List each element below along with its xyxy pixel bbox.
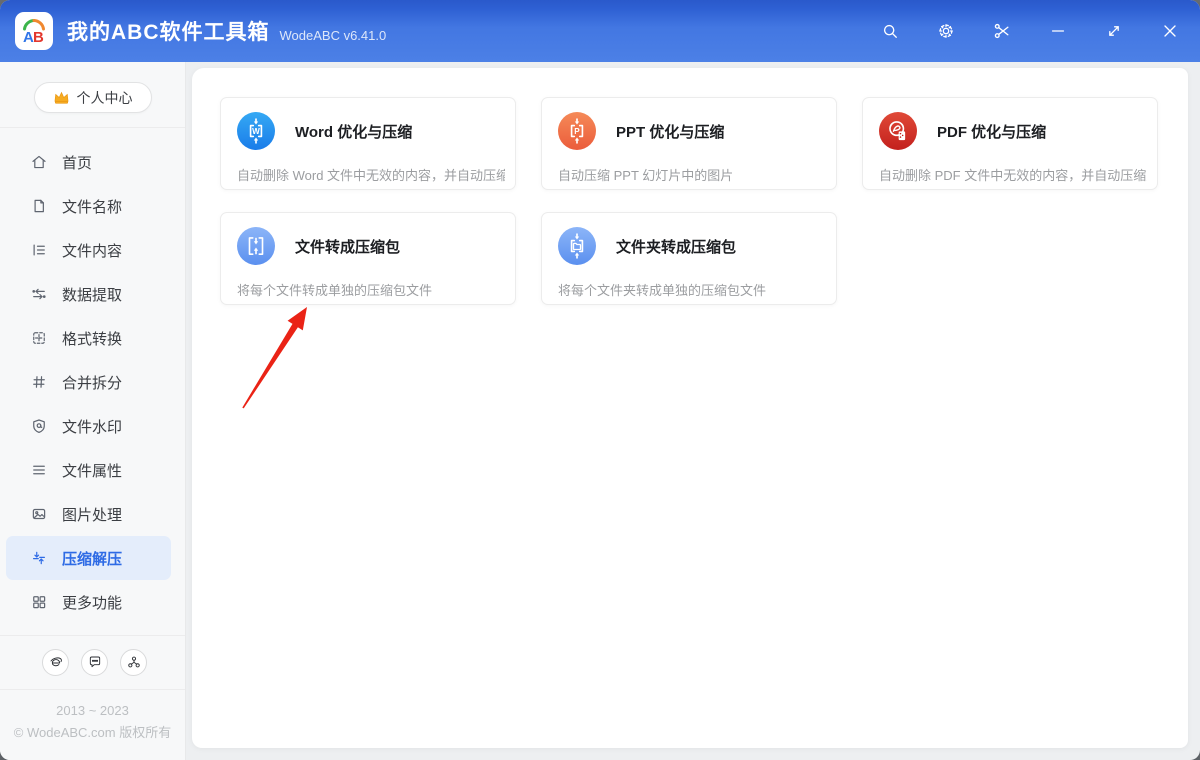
titlebar-actions (874, 15, 1186, 47)
sidebar-item-data-extract[interactable]: 数据提取 (0, 272, 185, 316)
app-window: A B 我的ABC软件工具箱 WodeABC v6.41.0 个人中心 首页 文… (0, 0, 1200, 760)
card-title: PDF 优化与压缩 (937, 123, 1047, 141)
file-name-icon (34, 199, 44, 213)
feedback-button[interactable] (81, 648, 108, 676)
browser-icon (50, 657, 62, 667)
card-ppt-compress[interactable]: P PPT 优化与压缩 自动压缩 PPT 幻灯片中的图片 (541, 97, 837, 190)
sidebar-item-file-content[interactable]: 文件内容 (0, 228, 185, 272)
maximize-button[interactable] (1098, 15, 1130, 47)
sidebar-item-label: 图片处理 (62, 506, 123, 524)
file-content-icon (33, 244, 45, 256)
minimize-icon (1051, 30, 1065, 32)
card-title: PPT 优化与压缩 (616, 123, 725, 141)
card-description: 自动删除 Word 文件中无效的内容，并自动压缩里面 (237, 168, 505, 183)
svg-text:P: P (574, 127, 580, 136)
home-icon (32, 155, 46, 169)
sidebar-item-label: 文件属性 (62, 462, 123, 480)
minimize-button[interactable] (1042, 15, 1074, 47)
watermark-icon (33, 419, 45, 433)
pdf-compress-icon (879, 112, 917, 150)
feedback-icon (89, 656, 100, 668)
close-button[interactable] (1154, 15, 1186, 47)
word-compress-icon: W (237, 112, 275, 150)
main-panel: W Word 优化与压缩 自动删除 Word 文件中无效的内容，并自动压缩里面 … (192, 68, 1188, 748)
browser-link-button[interactable] (42, 648, 69, 676)
card-pdf-compress[interactable]: PDF 优化与压缩 自动删除 PDF 文件中无效的内容，并自动压缩里面 (862, 97, 1158, 190)
card-title: 文件转成压缩包 (295, 238, 401, 256)
titlebar: A B 我的ABC软件工具箱 WodeABC v6.41.0 (0, 0, 1200, 62)
sidebar-item-file-name[interactable]: 文件名称 (0, 184, 185, 228)
settings-button[interactable] (930, 15, 962, 47)
card-description: 自动压缩 PPT 幻灯片中的图片 (558, 168, 734, 183)
settings-icon (939, 24, 953, 38)
data-extract-icon (32, 288, 46, 300)
share-icon (127, 656, 140, 668)
compress-icon (33, 551, 46, 565)
card-description: 自动删除 PDF 文件中无效的内容，并自动压缩里面 (879, 168, 1147, 183)
search-icon (883, 24, 897, 38)
file-to-zip-icon (237, 227, 275, 265)
sidebar-footer: 2013 ~ 2023 © WodeABC.com 版权所有 (0, 634, 185, 760)
file-attributes-icon (33, 465, 45, 475)
svg-text:B: B (33, 29, 44, 46)
copyright-owner: © WodeABC.com 版权所有 (13, 724, 172, 740)
sidebar-item-label: 数据提取 (62, 286, 123, 304)
sidebar-item-compress[interactable]: 压缩解压 (6, 536, 171, 580)
personal-center-label: 个人中心 (76, 89, 133, 106)
sidebar-item-label: 更多功能 (62, 594, 123, 612)
folder-to-zip-icon (558, 227, 596, 265)
sidebar-item-merge-split[interactable]: 合并拆分 (0, 360, 185, 404)
sidebar-item-label: 文件水印 (62, 418, 123, 436)
sidebar-item-label: 首页 (62, 154, 93, 172)
merge-split-icon (33, 376, 45, 388)
search-button[interactable] (874, 15, 906, 47)
sidebar-item-more-features[interactable]: 更多功能 (0, 580, 185, 624)
ppt-compress-icon: P (558, 112, 596, 150)
card-description: 将每个文件转成单独的压缩包文件 (237, 283, 433, 298)
card-description: 将每个文件夹转成单独的压缩包文件 (558, 283, 767, 298)
image-process-icon (32, 508, 46, 520)
app-logo-icon: A B (23, 19, 45, 46)
sidebar-item-label: 合并拆分 (62, 374, 123, 392)
format-convert-icon (33, 332, 45, 344)
sidebar-item-image-process[interactable]: 图片处理 (0, 492, 185, 536)
app-logo: A B (15, 12, 53, 50)
card-file-to-zip[interactable]: 文件转成压缩包 将每个文件转成单独的压缩包文件 (220, 212, 516, 305)
app-title: 我的ABC软件工具箱 (67, 21, 270, 44)
close-icon (1164, 25, 1176, 37)
sidebar-item-label: 文件名称 (62, 198, 123, 216)
sidebar-item-home[interactable]: 首页 (0, 140, 185, 184)
sidebar-item-format-convert[interactable]: 格式转换 (0, 316, 185, 360)
screenshot-button[interactable] (986, 15, 1018, 47)
personal-center-button[interactable]: 个人中心 (33, 82, 152, 113)
crown-icon (54, 91, 68, 104)
screenshot-icon (994, 23, 1009, 39)
sidebar-item-label: 格式转换 (62, 330, 123, 348)
sidebar-item-label: 文件内容 (62, 242, 123, 260)
copyright: 2013 ~ 2023 © WodeABC.com 版权所有 (0, 690, 185, 760)
tool-cards: W Word 优化与压缩 自动删除 Word 文件中无效的内容，并自动压缩里面 … (220, 97, 1188, 327)
card-word-compress[interactable]: W Word 优化与压缩 自动删除 Word 文件中无效的内容，并自动压缩里面 (220, 97, 516, 190)
share-button[interactable] (120, 648, 147, 676)
sidebar-item-label: 压缩解压 (62, 550, 123, 568)
card-title: 文件夹转成压缩包 (616, 238, 737, 256)
copyright-years: 2013 ~ 2023 (56, 702, 129, 718)
sidebar-item-file-attributes[interactable]: 文件属性 (0, 448, 185, 492)
card-folder-to-zip[interactable]: 文件夹转成压缩包 将每个文件夹转成单独的压缩包文件 (541, 212, 837, 305)
more-features-icon (33, 596, 46, 609)
app-version: WodeABC v6.41.0 (279, 28, 387, 43)
svg-text:W: W (252, 127, 260, 136)
maximize-icon (1109, 26, 1119, 36)
sidebar-nav: 首页 文件名称 文件内容 数据提取 格式转换 合并拆分 文件水印 文件属性 图片… (0, 128, 185, 624)
card-title: Word 优化与压缩 (295, 123, 413, 141)
sidebar: 个人中心 首页 文件名称 文件内容 数据提取 格式转换 合并拆分 文件水印 文件… (0, 62, 186, 760)
sidebar-item-watermark[interactable]: 文件水印 (0, 404, 185, 448)
